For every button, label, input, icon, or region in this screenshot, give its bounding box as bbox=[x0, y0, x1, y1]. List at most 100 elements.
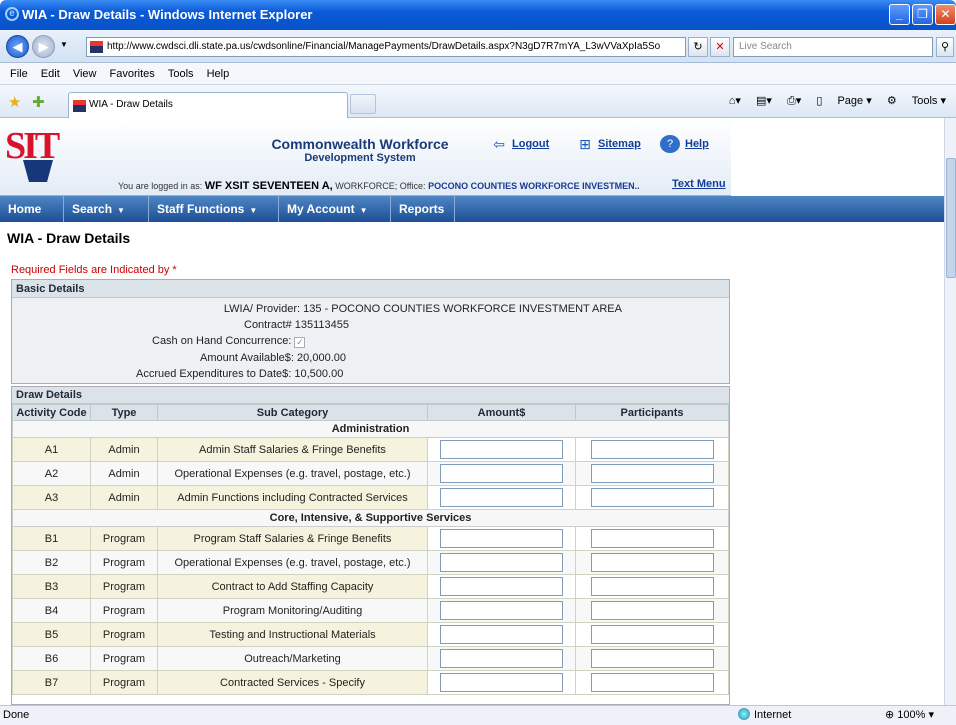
draw-table-body: Administration A1 Admin Admin Staff Salarie… bbox=[12, 420, 729, 695]
home-icon[interactable]: ⌂▾ bbox=[729, 95, 741, 107]
amount-input[interactable] bbox=[440, 440, 563, 459]
group-heading: Core, Intensive, & Supportive Services bbox=[12, 509, 729, 527]
participants-input[interactable] bbox=[590, 488, 714, 507]
participants-input-cell bbox=[575, 598, 729, 623]
contract-label: Contract# bbox=[244, 319, 292, 331]
vertical-scrollbar[interactable] bbox=[944, 118, 956, 705]
amount-input[interactable] bbox=[440, 649, 563, 668]
user-office: POCONO COUNTIES WORKFORCE INVESTMEN.. bbox=[428, 181, 640, 191]
menu-help[interactable]: Help bbox=[207, 63, 230, 85]
amount-input[interactable] bbox=[440, 601, 563, 620]
close-button[interactable]: ✕ bbox=[935, 4, 956, 25]
participants-input[interactable] bbox=[590, 553, 714, 572]
nav-reports-label: Reports bbox=[399, 202, 445, 216]
participants-input-cell bbox=[575, 461, 729, 486]
amount-input-cell bbox=[427, 550, 576, 575]
participants-input-cell bbox=[575, 574, 729, 599]
participants-input[interactable] bbox=[590, 601, 714, 620]
tab-favicon-icon bbox=[73, 100, 86, 112]
nav-home[interactable]: Home bbox=[0, 196, 64, 222]
help-link[interactable]: Help bbox=[685, 138, 709, 150]
chevron-down-icon: ▼ bbox=[359, 206, 368, 215]
participants-input[interactable] bbox=[590, 673, 714, 692]
participants-input[interactable] bbox=[590, 440, 714, 459]
minimize-button[interactable]: _ bbox=[889, 4, 910, 25]
sitemap-icon[interactable]: ⊞ bbox=[575, 135, 595, 153]
back-button[interactable]: ◀ bbox=[6, 35, 29, 58]
new-tab-button[interactable] bbox=[350, 94, 376, 114]
nav-reports[interactable]: Reports bbox=[391, 196, 455, 222]
nav-search[interactable]: Search ▼ bbox=[64, 196, 149, 222]
amount-input[interactable] bbox=[440, 673, 563, 692]
amount-input[interactable] bbox=[440, 553, 563, 572]
col-amount: Amount$ bbox=[427, 404, 576, 421]
amount-input-cell bbox=[427, 622, 576, 647]
table-row: B1 Program Program Staff Salaries & Fringe… bbox=[12, 526, 729, 551]
sub-category-cell: Contract to Add Staffing Capacity bbox=[157, 574, 428, 599]
activity-code-cell: B1 bbox=[12, 526, 91, 551]
sub-category-cell: Admin Staff Salaries & Fringe Benefits bbox=[157, 437, 428, 462]
table-row: B5 Program Testing and Instructional Mater… bbox=[12, 622, 729, 647]
menu-file[interactable]: File bbox=[10, 63, 28, 85]
accrued-value: 10,500.00 bbox=[294, 368, 344, 380]
sitemap-link[interactable]: Sitemap bbox=[598, 138, 641, 150]
search-input[interactable]: Live Search bbox=[733, 37, 933, 57]
accrued-row: Accrued Expenditures to Date$: 10,500.00 bbox=[136, 368, 343, 380]
maximize-button[interactable]: ❐ bbox=[912, 4, 933, 25]
keystone-icon bbox=[23, 160, 53, 182]
logout-icon[interactable]: ⇦ bbox=[489, 135, 509, 153]
scrollbar-thumb[interactable] bbox=[946, 158, 956, 278]
nav-my-account[interactable]: My Account ▼ bbox=[279, 196, 391, 222]
group-row: Core, Intensive, & Supportive Services bbox=[12, 509, 729, 527]
col-participants: Participants bbox=[575, 404, 729, 421]
menu-edit[interactable]: Edit bbox=[41, 63, 60, 85]
menu-view[interactable]: View bbox=[73, 63, 97, 85]
type-cell: Program bbox=[90, 622, 158, 647]
text-menu-link[interactable]: Text Menu bbox=[672, 178, 726, 190]
menu-bar: File Edit View Favorites Tools Help bbox=[0, 63, 956, 85]
nav-staff-functions[interactable]: Staff Functions ▼ bbox=[149, 196, 279, 222]
favorites-star-icon[interactable]: ★ bbox=[8, 93, 21, 111]
page-menu-button[interactable]: ▯ Page ▾ bbox=[816, 95, 871, 107]
participants-input[interactable] bbox=[590, 625, 714, 644]
type-cell: Program bbox=[90, 526, 158, 551]
tools-menu-button[interactable]: ⚙ Tools ▾ bbox=[887, 95, 946, 107]
menu-tools[interactable]: Tools bbox=[168, 63, 194, 85]
type-cell: Program bbox=[90, 598, 158, 623]
forward-button[interactable]: ▶ bbox=[32, 35, 55, 58]
logout-link[interactable]: Logout bbox=[512, 138, 549, 150]
amount-input[interactable] bbox=[440, 625, 563, 644]
sub-category-cell: Contracted Services - Specify bbox=[157, 670, 428, 695]
activity-code-cell: A2 bbox=[12, 461, 91, 486]
participants-input[interactable] bbox=[590, 649, 714, 668]
participants-input[interactable] bbox=[590, 464, 714, 483]
refresh-button[interactable]: ↻ bbox=[688, 37, 708, 57]
url-field[interactable]: http://www.cwdsci.dli.state.pa.us/cwdson… bbox=[86, 37, 686, 57]
chevron-down-icon: ▼ bbox=[249, 206, 258, 215]
address-bar: ◀ ▶ ▼ http://www.cwdsci.dli.state.pa.us/… bbox=[0, 30, 956, 63]
feeds-icon[interactable]: ▤▾ bbox=[756, 95, 772, 107]
menu-favorites[interactable]: Favorites bbox=[110, 63, 155, 85]
amount-input[interactable] bbox=[440, 529, 563, 548]
url-text: http://www.cwdsci.dli.state.pa.us/cwdson… bbox=[107, 41, 661, 52]
zoom-level[interactable]: ⊕ 100% ▾ bbox=[885, 706, 934, 725]
sub-category-cell: Operational Expenses (e.g. travel, posta… bbox=[157, 461, 428, 486]
print-icon[interactable]: ⎙▾ bbox=[787, 95, 801, 107]
amount-input[interactable] bbox=[440, 464, 563, 483]
participants-input[interactable] bbox=[590, 529, 714, 548]
page-title: WIA - Draw Details bbox=[7, 230, 131, 246]
search-button[interactable]: ⚲ bbox=[936, 37, 954, 57]
cash-on-hand-checkbox[interactable]: ✓ bbox=[294, 337, 306, 348]
security-zone: Internet bbox=[738, 706, 791, 725]
add-favorites-icon[interactable]: ✚ bbox=[32, 93, 45, 111]
main-nav: Home Search ▼ Staff Functions ▼ My Account… bbox=[0, 196, 944, 222]
browser-tab[interactable]: WIA - Draw Details bbox=[68, 92, 348, 118]
amount-input[interactable] bbox=[440, 488, 563, 507]
group-heading: Administration bbox=[12, 420, 729, 438]
help-icon[interactable]: ? bbox=[660, 135, 680, 153]
history-dropdown-icon[interactable]: ▼ bbox=[60, 40, 68, 49]
amount-input-cell bbox=[427, 461, 576, 486]
participants-input[interactable] bbox=[590, 577, 714, 596]
stop-button[interactable]: ✕ bbox=[710, 37, 730, 57]
amount-input[interactable] bbox=[440, 577, 563, 596]
